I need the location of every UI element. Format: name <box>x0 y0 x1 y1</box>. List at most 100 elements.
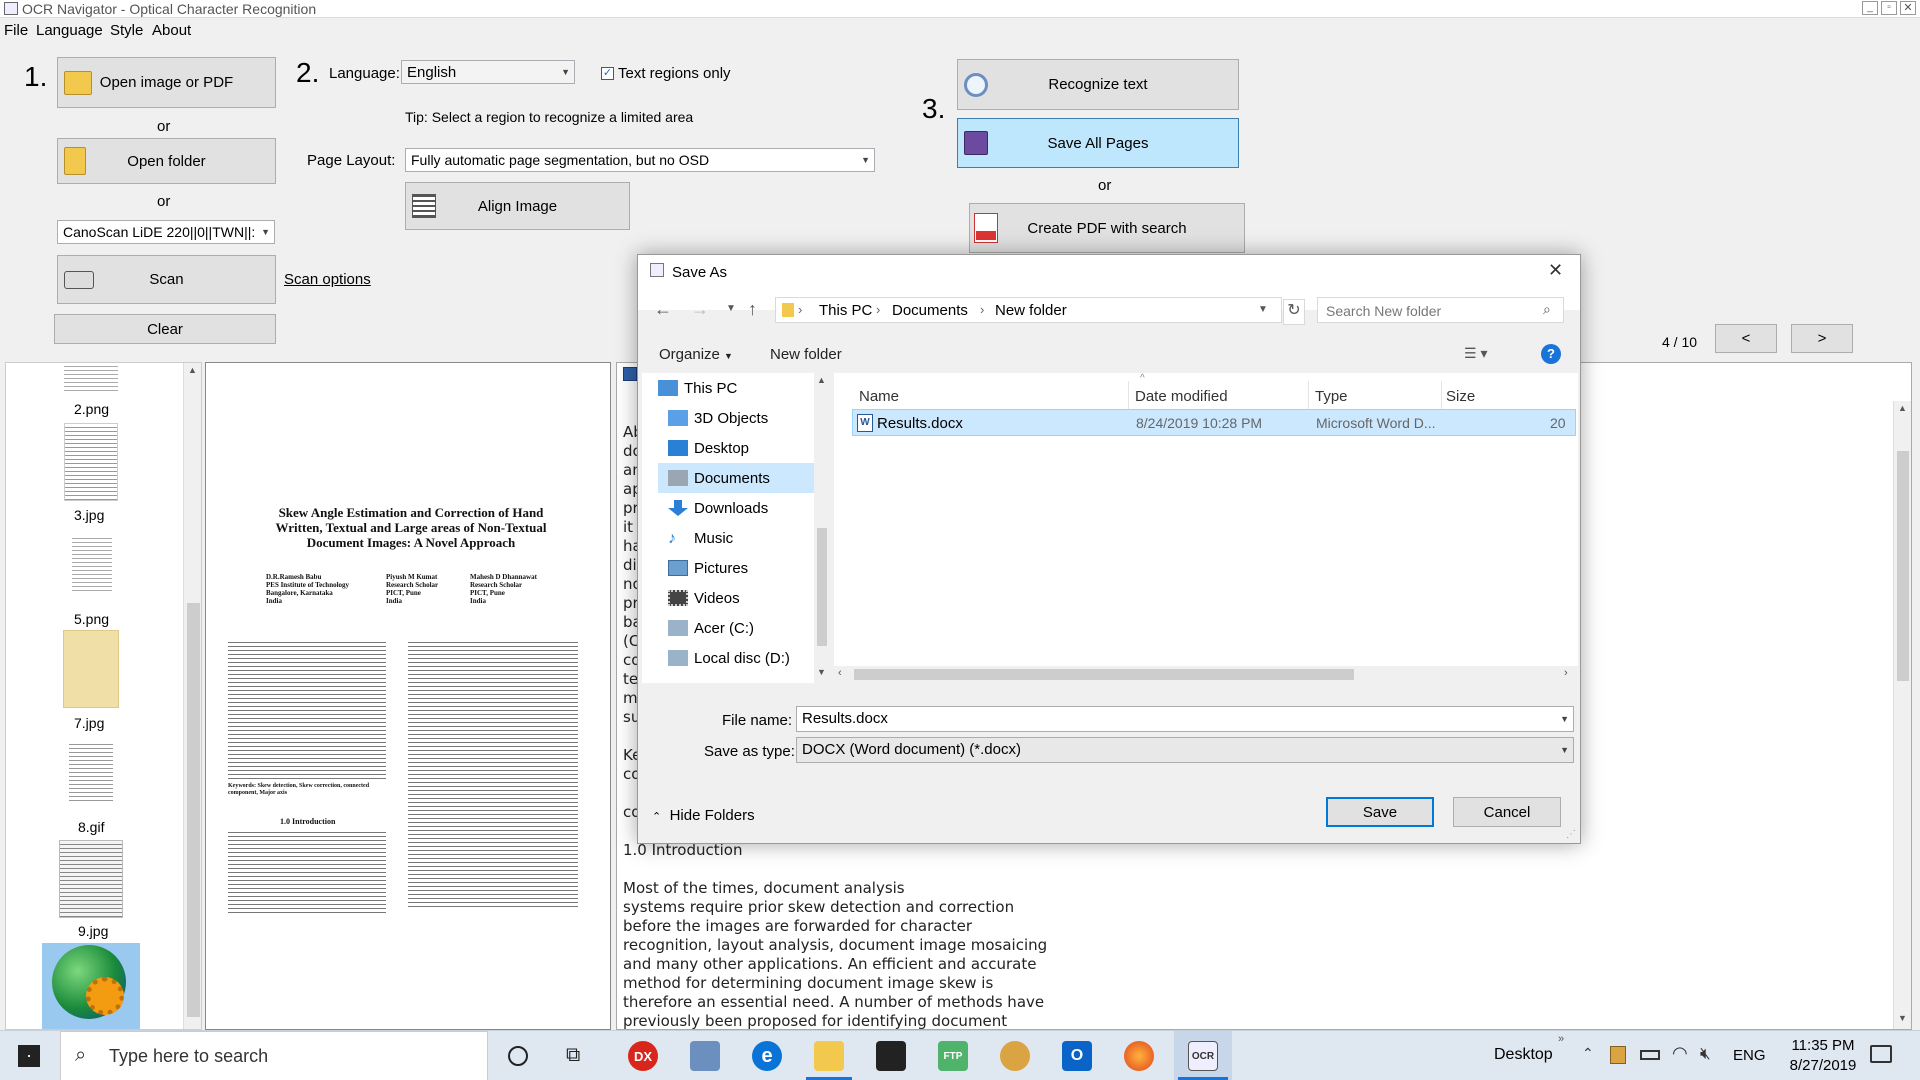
address-bar[interactable]: › This PC › Documents › New folder ▼ <box>775 297 1282 323</box>
thumbnail-image[interactable] <box>69 741 113 801</box>
scrollbar-thumb[interactable] <box>817 528 827 646</box>
tools-app-icon[interactable] <box>690 1041 720 1071</box>
new-folder-button[interactable]: New folder <box>770 346 842 363</box>
menu-language[interactable]: Language <box>36 22 103 39</box>
refresh-icon[interactable]: ↻ <box>1283 299 1305 325</box>
toolbar-expand-icon[interactable]: » <box>1558 1033 1564 1045</box>
tree-item-pictures[interactable]: Pictures <box>668 553 822 583</box>
forward-arrow-icon[interactable]: → <box>691 299 709 320</box>
tree-item-this-pc[interactable]: This PC <box>658 373 818 403</box>
help-icon[interactable]: ? <box>1541 344 1561 364</box>
file-row[interactable]: W Results.docx 8/24/2019 10:28 PM Micros… <box>852 409 1576 436</box>
scroll-up-icon[interactable]: ▲ <box>1898 403 1907 413</box>
create-pdf-button[interactable]: Create PDF with search <box>969 203 1245 253</box>
next-page-button[interactable]: > <box>1791 324 1853 353</box>
thumbnail-scrollbar[interactable]: ▲ <box>183 363 201 1029</box>
battery-icon[interactable] <box>1640 1050 1660 1060</box>
paw-app-icon[interactable] <box>1000 1041 1030 1071</box>
firefox-browser-icon[interactable] <box>1124 1041 1154 1071</box>
text-scrollbar[interactable]: ▲ ▼ <box>1893 401 1911 1029</box>
show-hidden-icons[interactable]: ⌃ <box>1582 1045 1594 1062</box>
close-button[interactable]: ✕ <box>1900 1 1916 15</box>
cortana-icon[interactable] <box>508 1046 528 1066</box>
previous-page-button[interactable]: < <box>1715 324 1777 353</box>
thumbnail-image[interactable] <box>64 363 118 391</box>
scroll-up-icon[interactable]: ▲ <box>188 365 197 375</box>
edge-browser-icon[interactable]: e <box>752 1041 782 1071</box>
maximize-button[interactable]: ▫ <box>1881 1 1897 15</box>
open-folder-button[interactable]: Open folder <box>57 138 276 184</box>
wifi-icon[interactable]: ◠ <box>1672 1043 1688 1064</box>
save-as-type-select[interactable]: DOCX (Word document) (*.docx) ▼ <box>796 737 1574 763</box>
scroll-down-icon[interactable]: ▼ <box>817 667 826 677</box>
tree-item-desktop[interactable]: Desktop <box>668 433 822 463</box>
tree-item-acer-c[interactable]: Acer (C:) <box>668 613 822 643</box>
store-app-icon[interactable] <box>876 1041 906 1071</box>
address-dropdown-icon[interactable]: ▼ <box>1258 304 1268 315</box>
column-header-date[interactable]: Date modified <box>1135 388 1228 405</box>
taskbar-search-box[interactable]: ⌕ Type here to search <box>60 1031 488 1080</box>
dx-app-icon[interactable]: DX <box>628 1041 658 1071</box>
scrollbar-thumb[interactable] <box>1897 451 1909 681</box>
save-button[interactable]: Save <box>1326 797 1434 827</box>
page-layout-select[interactable]: Fully automatic page segmentation, but n… <box>405 148 875 172</box>
text-regions-checkbox[interactable]: ✓ <box>601 67 614 80</box>
tree-scrollbar[interactable]: ▲ ▼ <box>814 373 830 683</box>
breadcrumb-documents[interactable]: Documents <box>892 302 968 319</box>
menu-file[interactable]: File <box>4 22 28 39</box>
breadcrumb-new-folder[interactable]: New folder <box>995 302 1067 319</box>
tree-item-downloads[interactable]: Downloads <box>668 493 822 523</box>
ocr-app-icon[interactable]: OCR <box>1188 1041 1218 1071</box>
scrollbar-thumb[interactable] <box>854 669 1354 680</box>
thumbnail-image[interactable] <box>72 535 112 591</box>
up-arrow-icon[interactable]: ↑ <box>748 299 757 320</box>
recent-chevron-icon[interactable]: ▼ <box>726 303 736 314</box>
volume-muted-icon[interactable]: 🔇︎ <box>1700 1044 1711 1064</box>
minimize-button[interactable]: _ <box>1862 1 1878 15</box>
menu-style[interactable]: Style <box>110 22 143 39</box>
tree-item-documents[interactable]: Documents <box>658 463 822 493</box>
taskbar-search-input[interactable]: Type here to search <box>109 1046 268 1067</box>
resize-grip-icon[interactable]: ⋰ <box>1566 829 1576 840</box>
horizontal-scrollbar[interactable]: ‹ › <box>834 666 1578 683</box>
scrollbar-thumb[interactable] <box>187 603 200 1017</box>
clear-button[interactable]: Clear <box>54 314 276 344</box>
tree-item-3d-objects[interactable]: 3D Objects <box>668 403 822 433</box>
column-header-type[interactable]: Type <box>1315 388 1348 405</box>
back-arrow-icon[interactable]: ← <box>654 299 672 320</box>
clock-time[interactable]: 11:35 PM <box>1788 1037 1858 1054</box>
ftp-app-icon[interactable]: FTP <box>938 1041 968 1071</box>
file-explorer-icon[interactable] <box>814 1041 844 1071</box>
search-box[interactable]: Search New folder ⌕ <box>1317 297 1564 323</box>
view-options-icon[interactable]: ☰ ▾ <box>1464 345 1487 362</box>
thumbnail-image[interactable] <box>59 840 123 918</box>
language-select[interactable]: English ▼ <box>401 60 575 84</box>
hide-folders-toggle[interactable]: ⌃ Hide Folders <box>652 807 755 824</box>
align-image-button[interactable]: Align Image <box>405 182 630 230</box>
breadcrumb-this-pc[interactable]: This PC <box>819 302 872 319</box>
thumbnail-image[interactable] <box>64 423 118 501</box>
scroll-right-icon[interactable]: › <box>1564 667 1568 679</box>
search-input[interactable]: Search New folder <box>1326 303 1441 319</box>
clock-date[interactable]: 8/27/2019 <box>1788 1057 1858 1074</box>
thumbnail-selected[interactable] <box>42 943 140 1029</box>
save-icon[interactable] <box>623 367 637 381</box>
tree-item-music[interactable]: ♪ Music <box>668 523 822 553</box>
scroll-down-icon[interactable]: ▼ <box>1898 1013 1907 1023</box>
open-image-button[interactable]: Open image or PDF <box>57 57 276 108</box>
input-language[interactable]: ENG <box>1733 1047 1766 1064</box>
recognize-text-button[interactable]: Recognize text <box>957 59 1239 110</box>
notifications-icon[interactable] <box>1870 1045 1892 1063</box>
scan-options-link[interactable]: Scan options <box>284 271 371 288</box>
column-header-name[interactable]: Name <box>859 388 899 405</box>
menu-about[interactable]: About <box>152 22 191 39</box>
scroll-up-icon[interactable]: ▲ <box>817 375 826 385</box>
scroll-left-icon[interactable]: ‹ <box>838 667 842 679</box>
windows-start-icon[interactable] <box>18 1045 40 1067</box>
organize-menu[interactable]: Organize ▼ <box>659 346 733 363</box>
tree-item-local-disc-d[interactable]: Local disc (D:) <box>668 643 822 673</box>
document-preview[interactable]: Skew Angle Estimation and Correction of … <box>205 362 611 1030</box>
cancel-button[interactable]: Cancel <box>1453 797 1561 827</box>
outlook-app-icon[interactable]: O <box>1062 1041 1092 1071</box>
scan-button[interactable]: Scan <box>57 255 276 304</box>
